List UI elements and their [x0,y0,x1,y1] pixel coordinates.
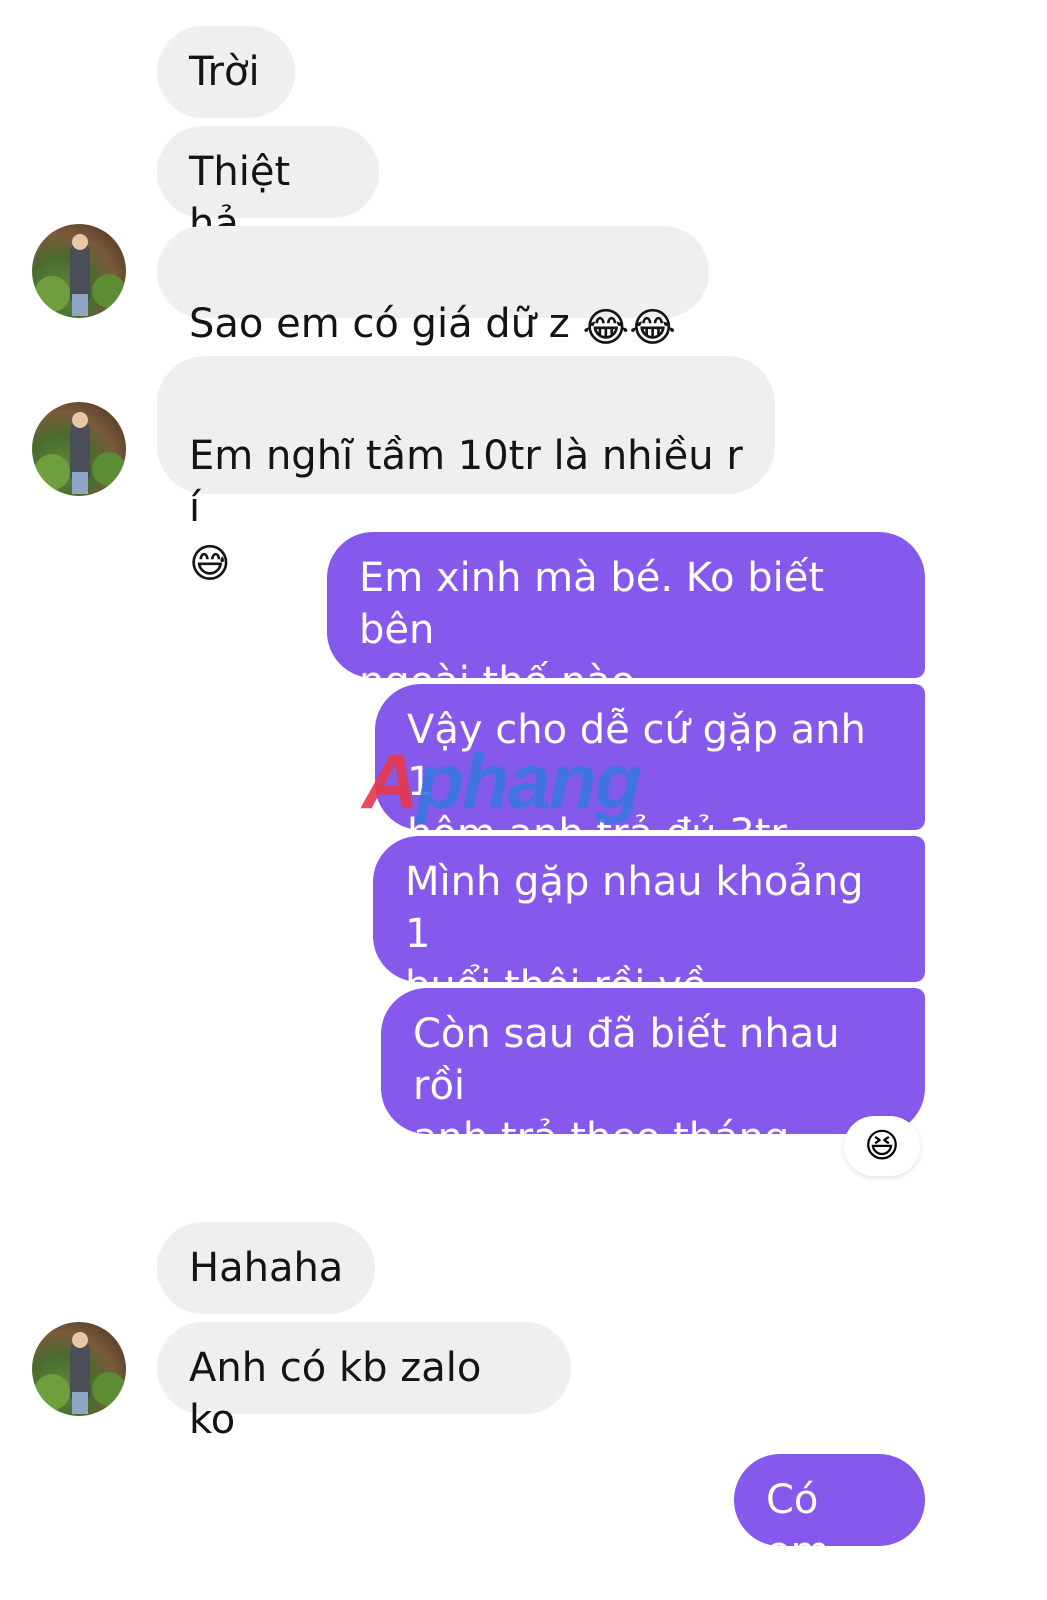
contact-avatar[interactable] [32,402,126,496]
laughing-reaction-icon[interactable]: 😆 [844,1116,920,1176]
contact-avatar[interactable] [32,224,126,318]
incoming-message-zalo[interactable]: Anh có kb zalo ko [157,1322,571,1443]
message-text: Sao em có giá dữ z [189,301,583,347]
message-text: Em nghĩ tầm 10tr là nhiều r í [189,433,743,531]
incoming-message-thiet-ha[interactable]: Thiệt hả [157,126,379,247]
incoming-message-gia[interactable]: Sao em có giá dữ z 😂😂 [157,226,709,348]
laughing-tears-emoji-icon: 😂😂 [582,305,676,351]
outgoing-message-gap-nhau[interactable]: Mình gặp nhau khoảng 1 buổi thôi rồi về [373,836,925,1009]
outgoing-message-co-em[interactable]: Có em [734,1454,925,1575]
outgoing-message-theo-thang[interactable]: Còn sau đã biết nhau rồi anh trả theo th… [381,988,925,1161]
contact-avatar[interactable] [32,1322,126,1416]
incoming-message-hahaha[interactable]: Hahaha [157,1222,375,1314]
outgoing-message-em-xinh[interactable]: Em xinh mà bé. Ko biết bên ngoài thế nào [327,532,925,705]
incoming-message-troi[interactable]: Trời [157,26,295,118]
outgoing-message-gap-anh[interactable]: Vậy cho dễ cứ gặp anh 1 hôm anh trả đủ 3… [375,684,925,857]
grinning-sweat-emoji-icon: 😅 [189,541,231,587]
incoming-message-10tr[interactable]: Em nghĩ tầm 10tr là nhiều r í 😅 [157,356,775,584]
